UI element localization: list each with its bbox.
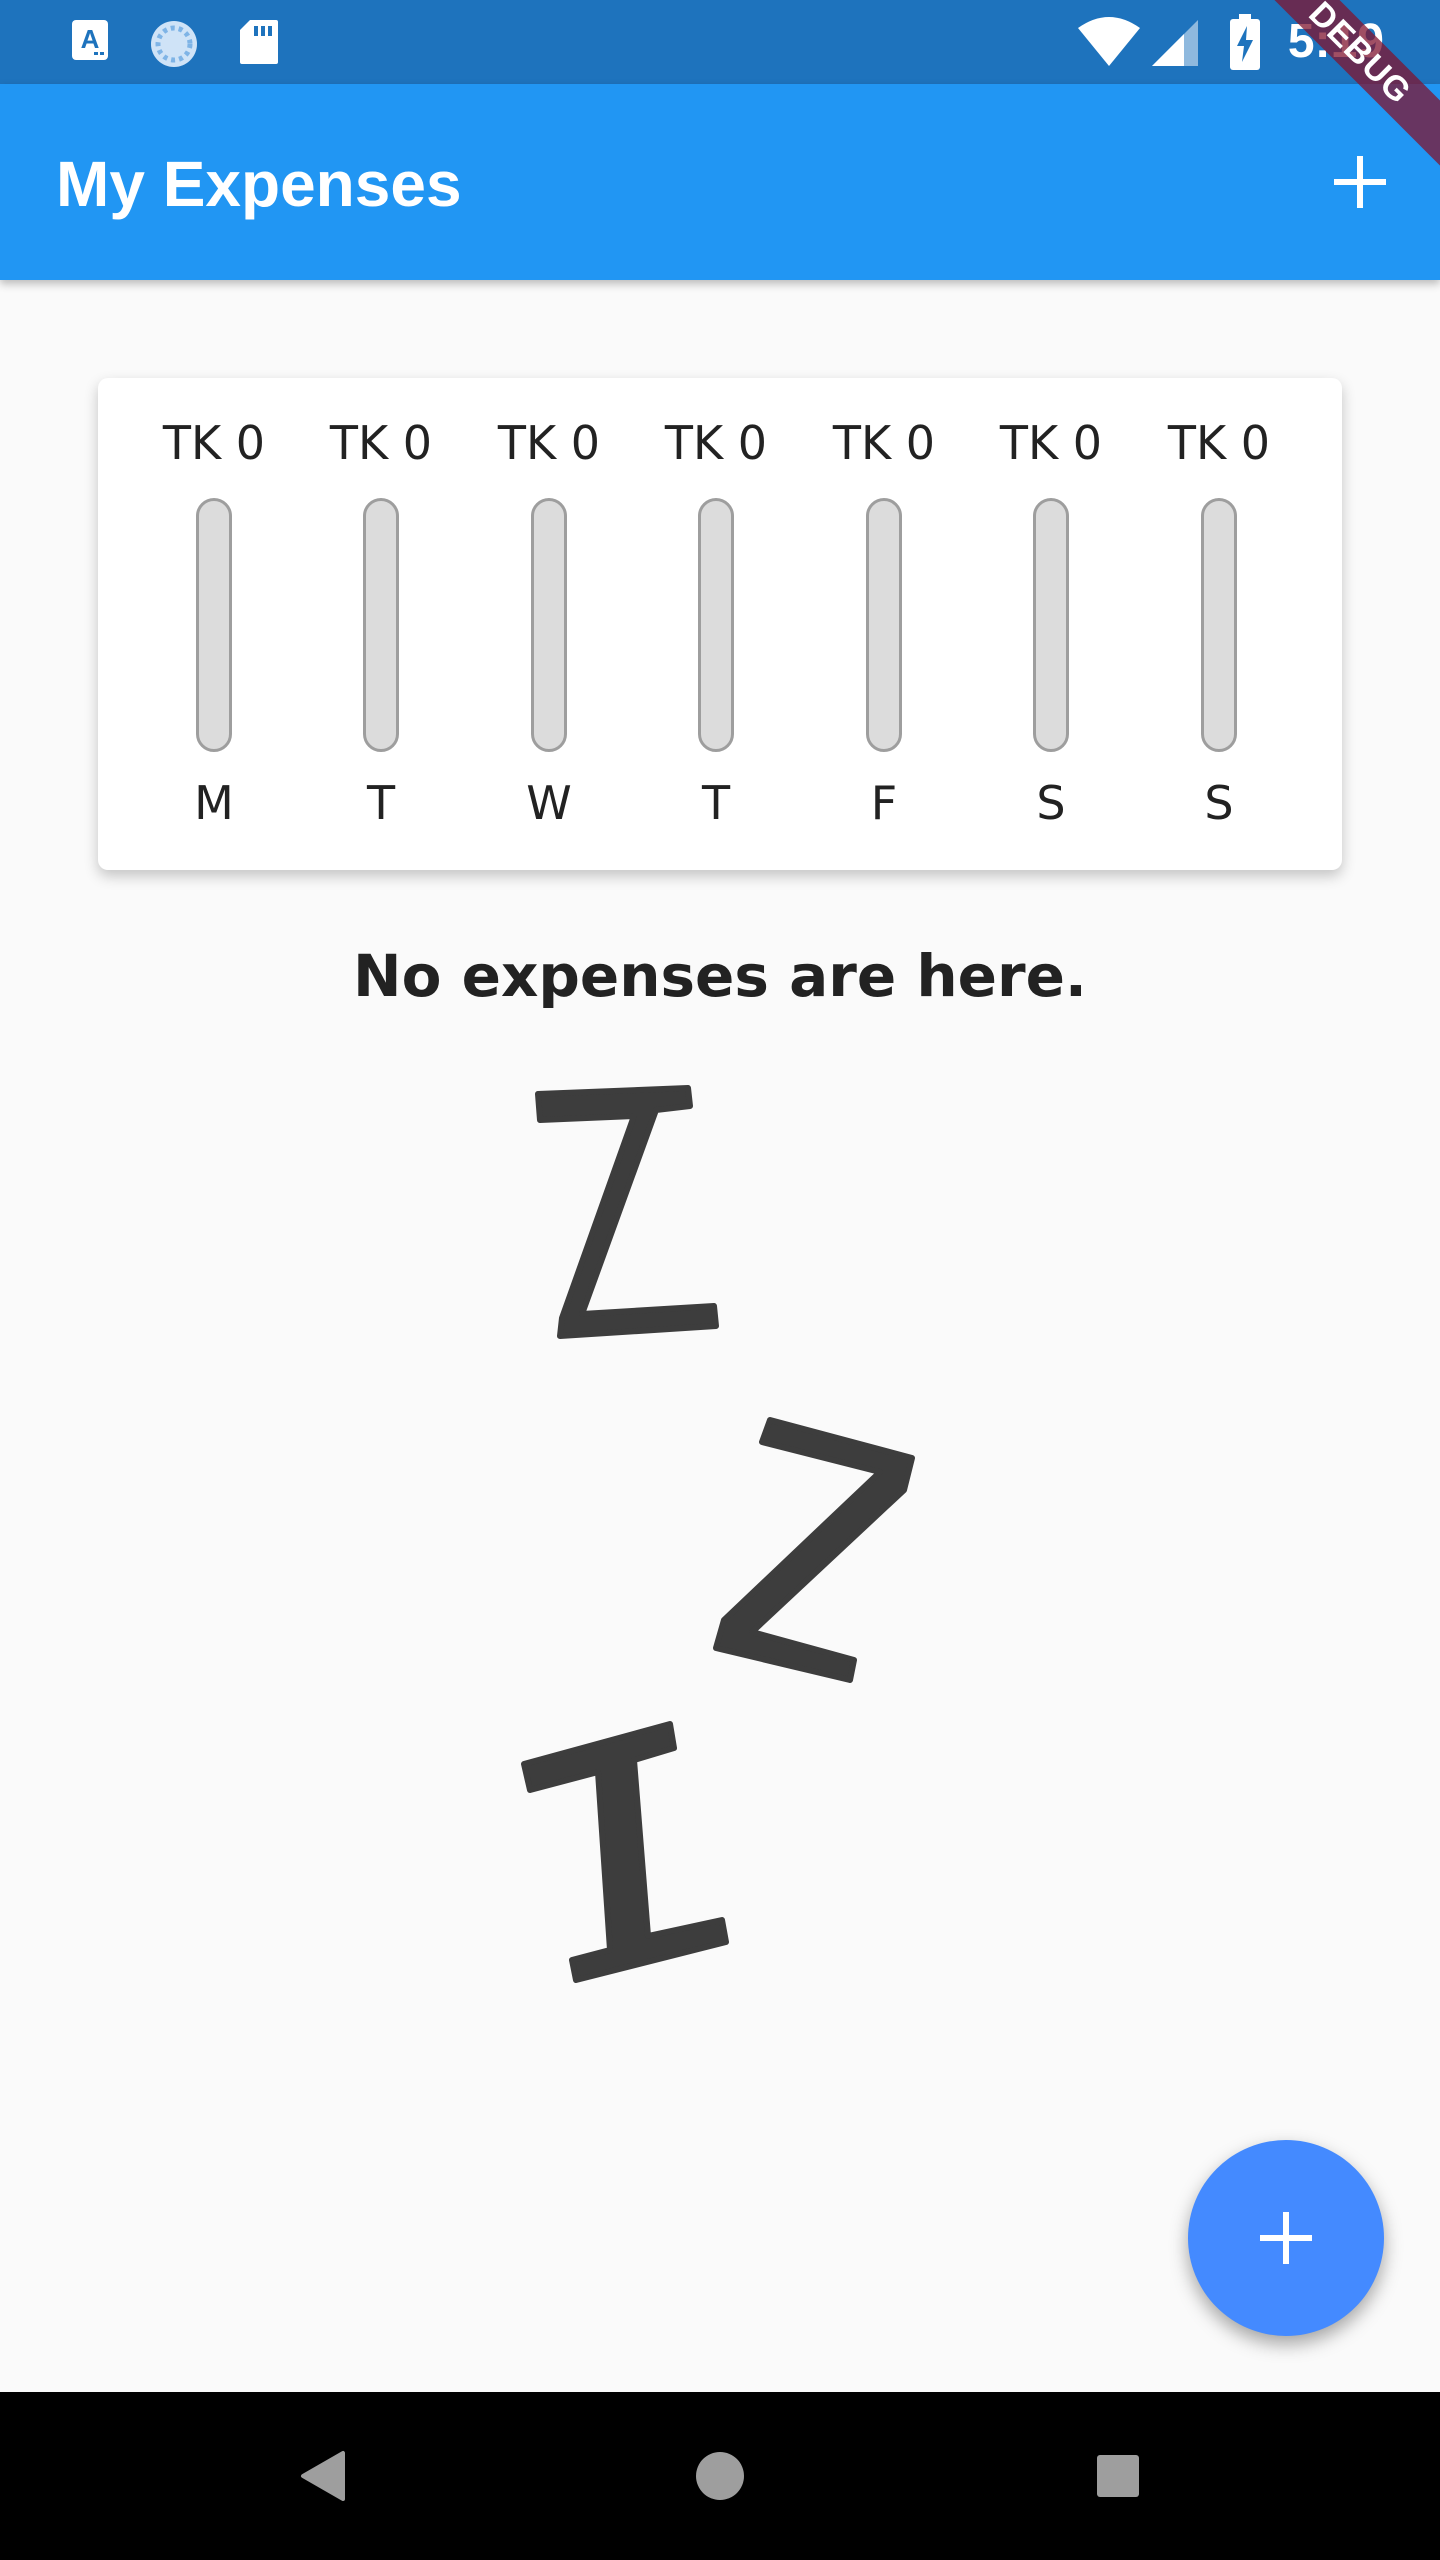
bar-amount-label: TK 0 [832, 416, 936, 470]
back-button[interactable] [282, 2436, 362, 2516]
chart-bar-friday: TK 0 F [804, 378, 964, 870]
add-expense-fab[interactable] [1188, 2140, 1384, 2336]
bar-day-label: M [194, 776, 234, 830]
bar-amount-label: TK 0 [497, 416, 601, 470]
weekly-chart-card: TK 0 M TK 0 T TK 0 W TK 0 T TK 0 F TK 0 … [98, 378, 1342, 870]
sync-icon [148, 18, 200, 74]
back-icon [301, 2451, 345, 2501]
add-expense-button[interactable] [1312, 134, 1408, 230]
battery-charging-icon [1228, 12, 1262, 76]
bar-track [531, 498, 567, 752]
chart-bar-saturday: TK 0 S [971, 378, 1131, 870]
wifi-icon [1076, 16, 1142, 72]
sleeping-zzz-icon [480, 1060, 980, 2020]
bar-day-label: T [701, 776, 731, 830]
signal-icon [1150, 18, 1200, 72]
empty-state-message: No expenses are here. [353, 942, 1087, 1010]
home-button[interactable] [680, 2436, 760, 2516]
add-icon [1334, 156, 1386, 208]
chart-bar-monday: TK 0 M [134, 378, 294, 870]
chart-bar-tuesday: TK 0 T [301, 378, 461, 870]
bar-day-label: S [1036, 776, 1066, 830]
bar-day-label: S [1204, 776, 1234, 830]
app-bar: My Expenses [0, 84, 1440, 280]
bar-day-label: W [526, 776, 572, 830]
bar-amount-label: TK 0 [1167, 416, 1271, 470]
bar-amount-label: TK 0 [329, 416, 433, 470]
app-a-icon: A [70, 18, 110, 66]
chart-bar-wednesday: TK 0 W [469, 378, 629, 870]
bar-track [363, 498, 399, 752]
recents-icon [1097, 2455, 1139, 2497]
bar-track [1201, 498, 1237, 752]
app-title: My Expenses [56, 148, 462, 220]
bar-track [698, 498, 734, 752]
bar-amount-label: TK 0 [162, 416, 266, 470]
system-nav-bar [0, 2392, 1440, 2560]
add-icon [1260, 2212, 1312, 2264]
status-bar: A 5:19 [0, 0, 1440, 84]
bar-track [1033, 498, 1069, 752]
chart-bar-thursday: TK 0 T [636, 378, 796, 870]
chart-bar-sunday: TK 0 S [1139, 378, 1299, 870]
home-icon [696, 2452, 744, 2500]
sd-card-icon [238, 18, 280, 70]
bar-day-label: F [870, 776, 898, 830]
bar-amount-label: TK 0 [999, 416, 1103, 470]
bar-day-label: T [366, 776, 396, 830]
bar-track [866, 498, 902, 752]
bar-track [196, 498, 232, 752]
recents-button[interactable] [1078, 2436, 1158, 2516]
bar-amount-label: TK 0 [664, 416, 768, 470]
svg-text:A: A [81, 24, 100, 54]
